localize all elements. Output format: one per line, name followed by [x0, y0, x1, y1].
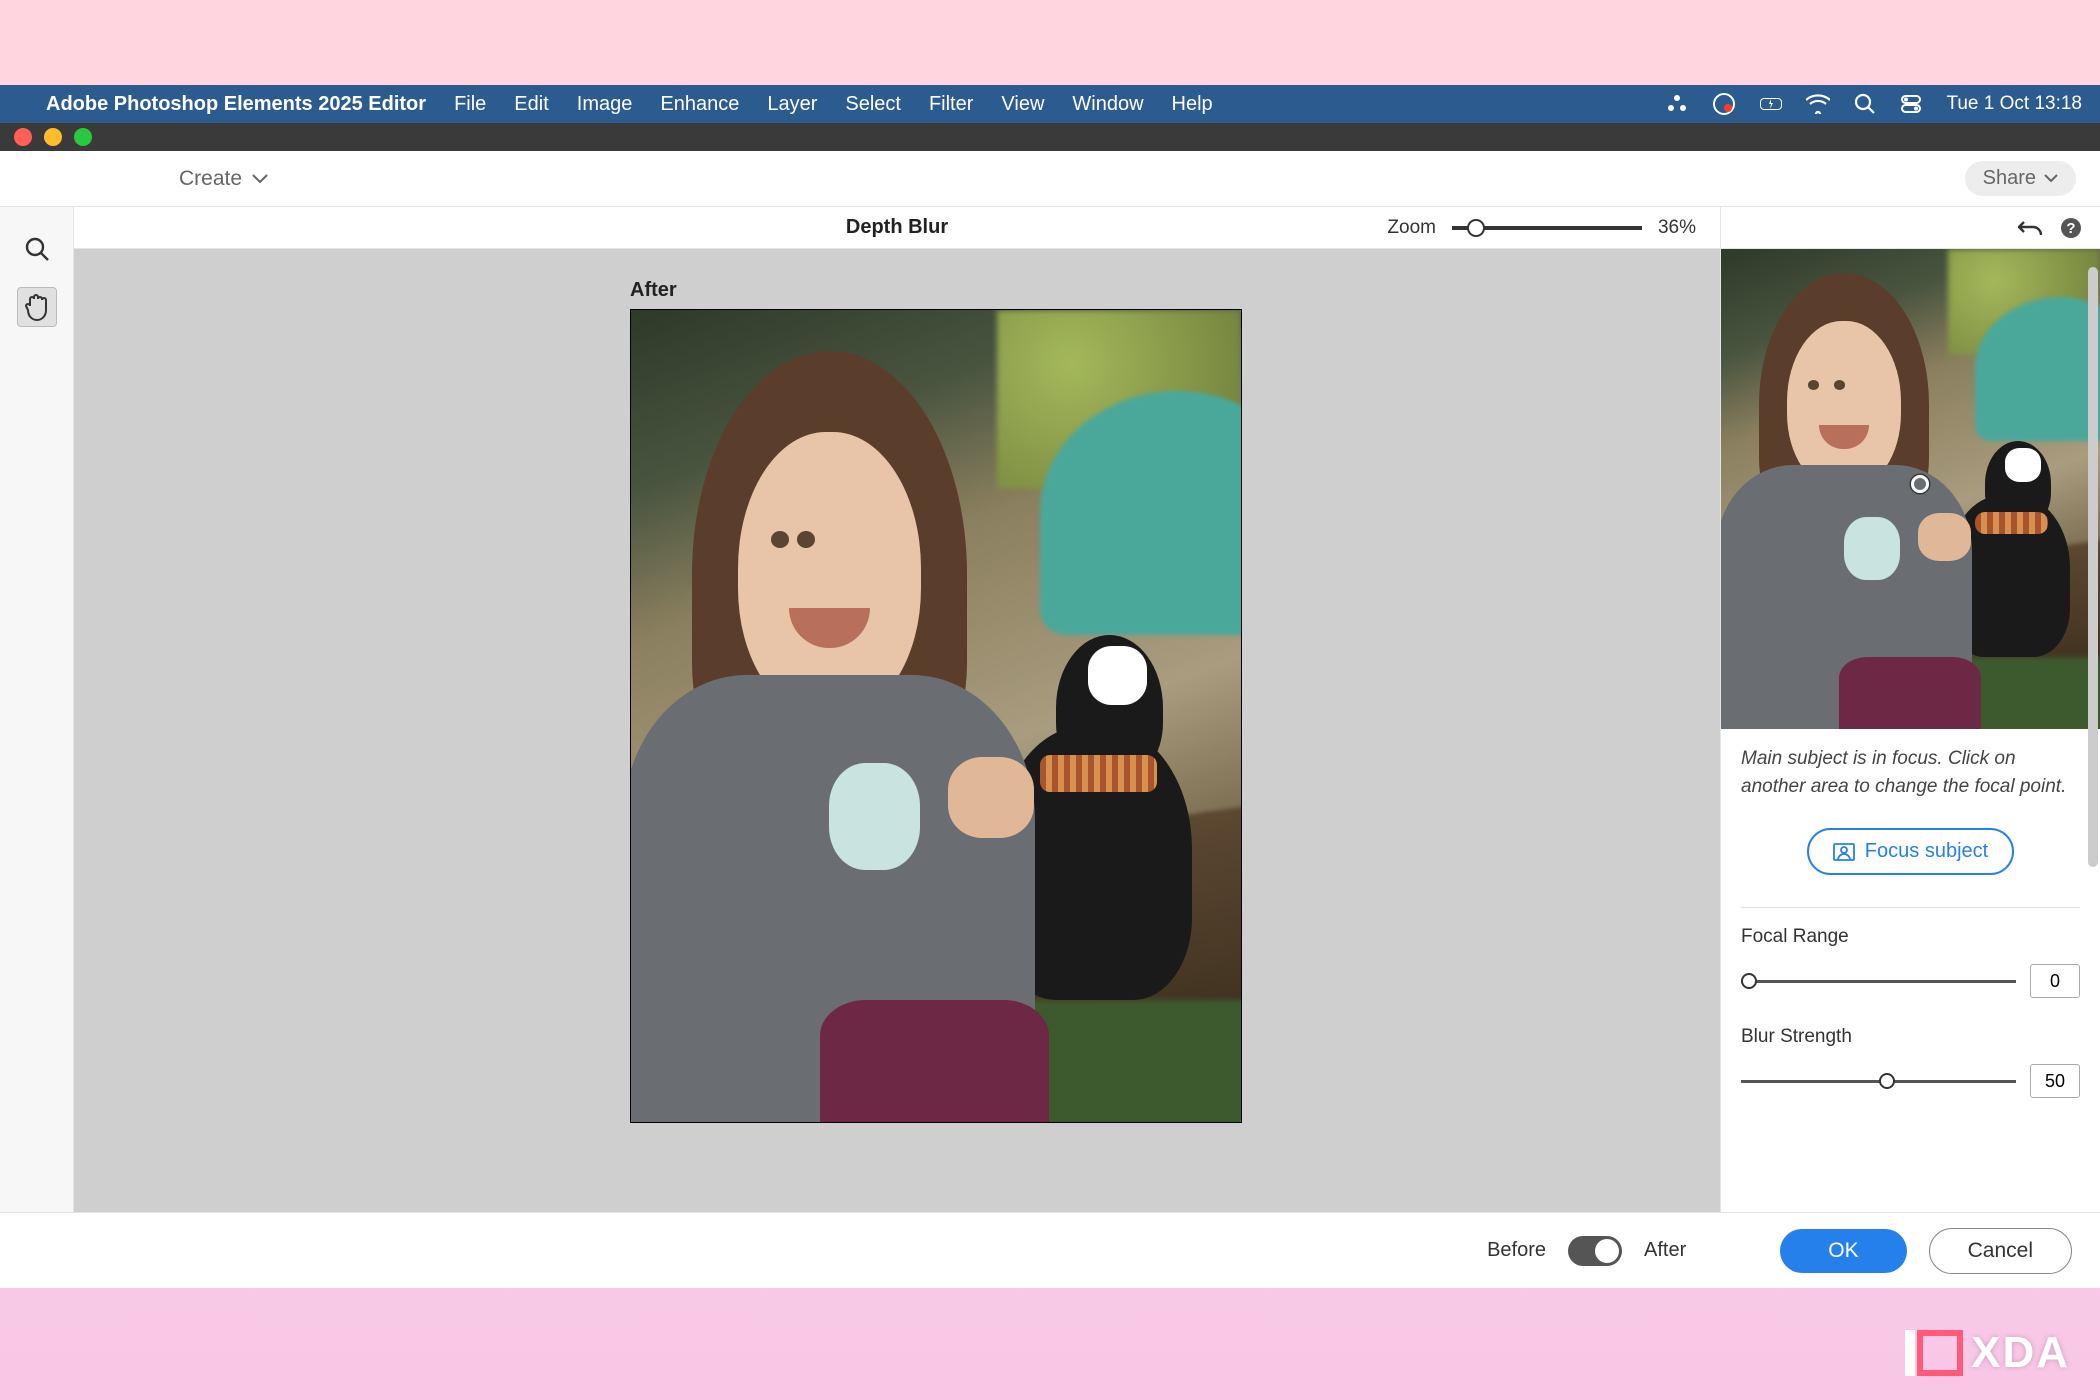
menu-file[interactable]: File	[454, 93, 486, 116]
menu-enhance[interactable]: Enhance	[660, 93, 739, 116]
focal-point-marker[interactable]	[1911, 475, 1929, 493]
close-window-button[interactable]	[14, 128, 32, 146]
zoom-tool[interactable]	[17, 229, 57, 269]
blur-strength-slider[interactable]	[1741, 1080, 2016, 1083]
portrait-icon	[1833, 843, 1855, 861]
tool-palette	[0, 207, 74, 1212]
zoom-value: 36%	[1658, 217, 1696, 239]
menu-window[interactable]: Window	[1072, 93, 1143, 116]
svg-text:?: ?	[2066, 220, 2075, 237]
menu-layer[interactable]: Layer	[767, 93, 817, 116]
app-topbar: Create Share	[0, 151, 2100, 207]
focus-subject-label: Focus subject	[1865, 840, 1988, 863]
hand-tool[interactable]	[17, 287, 57, 327]
adjustments-panel: ? Main subject is in focus. Click on ano…	[1720, 207, 2100, 1212]
wifi-icon[interactable]	[1806, 94, 1830, 114]
before-label: Before	[1487, 1239, 1546, 1262]
xda-watermark: XDA	[1917, 1328, 2070, 1378]
focal-range-knob[interactable]	[1741, 973, 1757, 989]
before-after-toggle[interactable]	[1568, 1236, 1622, 1266]
battery-icon[interactable]	[1760, 98, 1782, 110]
app-name: Adobe Photoshop Elements 2025 Editor	[46, 93, 426, 116]
menu-filter[interactable]: Filter	[929, 93, 973, 116]
focus-subject-button[interactable]: Focus subject	[1807, 828, 2014, 875]
create-dropdown[interactable]: Create	[179, 167, 268, 191]
undo-icon[interactable]	[2018, 218, 2044, 238]
menu-view[interactable]: View	[1001, 93, 1044, 116]
blur-strength-value[interactable]: 50	[2030, 1064, 2080, 1098]
share-label: Share	[1983, 167, 2036, 190]
create-label: Create	[179, 167, 242, 191]
zoom-slider[interactable]	[1452, 226, 1642, 230]
panel-scrollbar[interactable]	[2088, 267, 2098, 867]
focal-range-slider[interactable]	[1741, 980, 2016, 983]
mode-title: Depth Blur	[846, 216, 948, 239]
ok-button[interactable]: OK	[1780, 1229, 1906, 1273]
help-icon[interactable]: ?	[2060, 217, 2082, 239]
preview-image-after[interactable]	[630, 309, 1242, 1123]
blur-strength-label: Blur Strength	[1741, 1026, 2080, 1048]
hint-text: Main subject is in focus. Click on anoth…	[1741, 745, 2080, 800]
clock[interactable]: Tue 1 Oct 13:18	[1946, 93, 2082, 115]
zoom-slider-knob[interactable]	[1467, 219, 1485, 237]
search-icon[interactable]	[1854, 93, 1876, 115]
menu-help[interactable]: Help	[1172, 93, 1213, 116]
menu-select[interactable]: Select	[845, 93, 901, 116]
focal-range-value[interactable]: 0	[2030, 964, 2080, 998]
record-icon[interactable]	[1712, 92, 1736, 116]
menu-image[interactable]: Image	[577, 93, 633, 116]
control-center-icon[interactable]	[1900, 93, 1922, 115]
blur-strength-knob[interactable]	[1879, 1073, 1895, 1089]
cancel-button[interactable]: Cancel	[1929, 1228, 2072, 1274]
macos-menubar: Adobe Photoshop Elements 2025 Editor Fil…	[0, 85, 2100, 123]
chevron-down-icon	[252, 174, 268, 184]
focal-selector-image[interactable]	[1721, 249, 2100, 729]
focal-range-label: Focal Range	[1741, 926, 2080, 948]
after-label: After	[630, 279, 677, 302]
after-label: After	[1644, 1239, 1686, 1262]
bottom-bar: Before After OK Cancel	[0, 1212, 2100, 1288]
zoom-label: Zoom	[1387, 217, 1436, 239]
menu-edit[interactable]: Edit	[514, 93, 548, 116]
zoom-window-button[interactable]	[74, 128, 92, 146]
share-dropdown[interactable]: Share	[1965, 161, 2076, 196]
divider	[1741, 907, 2080, 908]
minimize-window-button[interactable]	[44, 128, 62, 146]
status-dots-icon[interactable]	[1666, 93, 1688, 115]
chevron-down-icon	[2044, 174, 2058, 183]
canvas-area: Depth Blur Zoom 36% After	[74, 207, 1720, 1212]
window-titlebar	[0, 123, 2100, 151]
